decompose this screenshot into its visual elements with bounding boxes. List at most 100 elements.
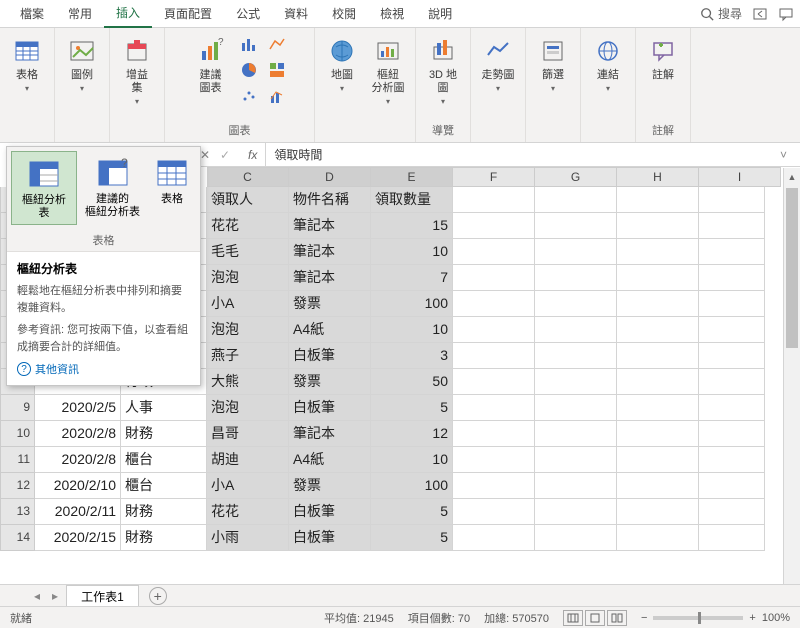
cell[interactable]: 5 <box>371 395 453 421</box>
cell[interactable]: 小A <box>207 291 289 317</box>
cell[interactable]: 泡泡 <box>207 395 289 421</box>
cell[interactable]: 小雨 <box>207 525 289 551</box>
cancel-formula-icon[interactable]: ✕ <box>200 148 220 162</box>
tables-button[interactable]: 表格 ▾ <box>6 32 48 138</box>
sparklines-button[interactable]: 走勢圖 ▾ <box>477 32 519 138</box>
combo-chart-icon[interactable] <box>264 84 290 108</box>
vertical-scrollbar[interactable]: ▲ <box>783 168 800 584</box>
cell[interactable]: 財務 <box>121 421 207 447</box>
comments-icon[interactable] <box>778 6 794 22</box>
cell[interactable]: 發票 <box>289 473 371 499</box>
tab-home[interactable]: 常用 <box>56 0 104 27</box>
cell[interactable]: 10 <box>371 239 453 265</box>
tab-formulas[interactable]: 公式 <box>224 0 272 27</box>
cell[interactable]: 櫃台 <box>121 473 207 499</box>
cell[interactable]: 2020/2/11 <box>35 499 121 525</box>
add-sheet-button[interactable]: + <box>149 587 167 605</box>
cell[interactable]: 2020/2/10 <box>35 473 121 499</box>
cell[interactable]: 領取數量 <box>371 187 453 213</box>
col-header[interactable]: E <box>371 167 453 187</box>
cell[interactable]: 2020/2/8 <box>35 421 121 447</box>
addins-button[interactable]: 增益 集 ▾ <box>116 32 158 138</box>
tab-insert[interactable]: 插入 <box>104 0 152 28</box>
zoom-out-button[interactable]: − <box>641 612 647 624</box>
tab-pagelayout[interactable]: 頁面配置 <box>152 0 224 27</box>
pivottable-option[interactable]: 樞紐分析表 <box>11 151 77 225</box>
tab-review[interactable]: 校閱 <box>320 0 368 27</box>
cell[interactable]: 泡泡 <box>207 265 289 291</box>
cell[interactable]: 100 <box>371 291 453 317</box>
row-header[interactable]: 12 <box>0 473 35 499</box>
fx-icon[interactable]: fx <box>240 143 266 166</box>
cell[interactable]: 筆記本 <box>289 239 371 265</box>
cell[interactable]: 50 <box>371 369 453 395</box>
cell[interactable]: 燕子 <box>207 343 289 369</box>
share-icon[interactable] <box>752 6 768 22</box>
comment-button[interactable]: 註解 <box>642 32 684 120</box>
row-header[interactable]: 13 <box>0 499 35 525</box>
tab-help[interactable]: 說明 <box>416 0 464 27</box>
cell[interactable]: 5 <box>371 499 453 525</box>
scrollbar-thumb[interactable] <box>786 188 798 348</box>
cell[interactable]: A4紙 <box>289 317 371 343</box>
expand-formula-icon[interactable]: ˅ <box>780 148 800 162</box>
search-icon[interactable]: 搜尋 <box>700 5 742 22</box>
tab-data[interactable]: 資料 <box>272 0 320 27</box>
cell[interactable]: 泡泡 <box>207 317 289 343</box>
filters-button[interactable]: 篩選 ▾ <box>532 32 574 138</box>
tab-file[interactable]: 檔案 <box>8 0 56 27</box>
cell[interactable]: 人事 <box>121 395 207 421</box>
cell[interactable]: 12 <box>371 421 453 447</box>
cell[interactable]: 花花 <box>207 499 289 525</box>
col-header[interactable]: H <box>617 167 699 187</box>
line-chart-icon[interactable] <box>264 32 290 56</box>
cell[interactable]: 胡迪 <box>207 447 289 473</box>
cell[interactable]: 15 <box>371 213 453 239</box>
cell[interactable]: 10 <box>371 317 453 343</box>
zoom-slider[interactable] <box>653 616 743 620</box>
cell[interactable]: 昌哥 <box>207 421 289 447</box>
cell[interactable]: 筆記本 <box>289 421 371 447</box>
cell[interactable]: 5 <box>371 525 453 551</box>
col-header[interactable]: D <box>289 167 371 187</box>
cell[interactable]: 白板筆 <box>289 395 371 421</box>
cell[interactable]: 櫃台 <box>121 447 207 473</box>
cell[interactable]: 花花 <box>207 213 289 239</box>
col-header[interactable]: C <box>207 167 289 187</box>
cell[interactable]: 財務 <box>121 525 207 551</box>
accept-formula-icon[interactable]: ✓ <box>220 148 240 162</box>
next-sheet-icon[interactable]: ▸ <box>48 589 62 603</box>
cell[interactable]: 財務 <box>121 499 207 525</box>
cell[interactable]: 100 <box>371 473 453 499</box>
recommended-charts-button[interactable]: ? 建議 圖表 <box>190 32 232 120</box>
cell[interactable]: 2020/2/8 <box>35 447 121 473</box>
pivotchart-button[interactable]: 樞紐 分析圖 ▾ <box>367 32 409 138</box>
cell[interactable]: A4紙 <box>289 447 371 473</box>
cell[interactable]: 發票 <box>289 291 371 317</box>
scatter-chart-icon[interactable] <box>236 84 262 108</box>
cell[interactable]: 筆記本 <box>289 213 371 239</box>
cell[interactable]: 領取人 <box>207 187 289 213</box>
row-header[interactable]: 11 <box>0 447 35 473</box>
row-header[interactable]: 10 <box>0 421 35 447</box>
more-info-link[interactable]: ? 其他資訊 <box>17 361 190 377</box>
cell[interactable]: 白板筆 <box>289 343 371 369</box>
col-header[interactable]: F <box>453 167 535 187</box>
row-header[interactable]: 14 <box>0 525 35 551</box>
cell[interactable]: 白板筆 <box>289 499 371 525</box>
cell[interactable]: 物件名稱 <box>289 187 371 213</box>
col-header[interactable]: I <box>699 167 781 187</box>
col-header[interactable]: G <box>535 167 617 187</box>
normal-view-icon[interactable] <box>563 610 583 626</box>
formula-input[interactable]: 領取時間 <box>266 146 780 163</box>
cell[interactable]: 白板筆 <box>289 525 371 551</box>
cell[interactable]: 筆記本 <box>289 265 371 291</box>
cell[interactable]: 小A <box>207 473 289 499</box>
cell[interactable]: 10 <box>371 447 453 473</box>
illustrations-button[interactable]: 圖例 ▾ <box>61 32 103 138</box>
sheet-tab[interactable]: 工作表1 <box>66 585 139 607</box>
pagebreak-view-icon[interactable] <box>607 610 627 626</box>
links-button[interactable]: 連結 ▾ <box>587 32 629 138</box>
cell[interactable]: 2020/2/5 <box>35 395 121 421</box>
tab-view[interactable]: 檢視 <box>368 0 416 27</box>
